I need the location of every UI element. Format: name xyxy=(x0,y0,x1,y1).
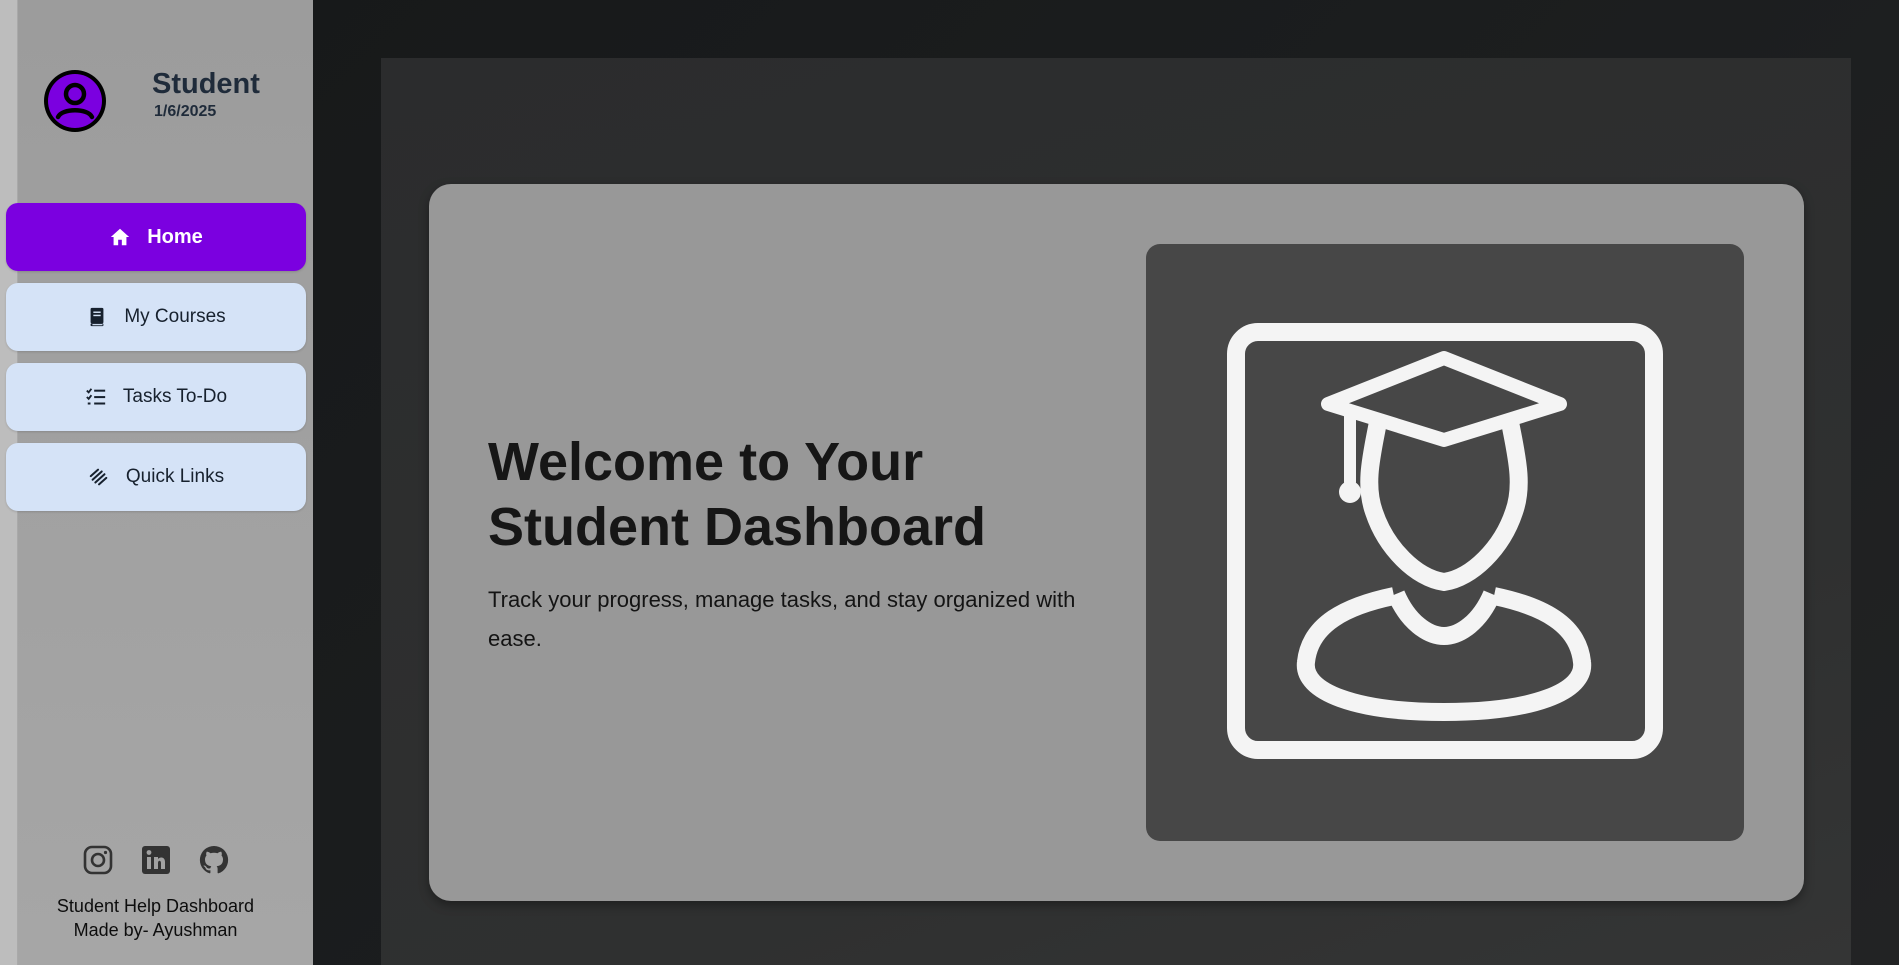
link-icon xyxy=(88,466,110,488)
instagram-icon[interactable] xyxy=(82,844,114,876)
nav-item-label: Home xyxy=(147,225,203,248)
sidebar-nav: Home My Courses Tasks To-Do Quick Links xyxy=(6,203,306,523)
nav-item-tasks-to-do[interactable]: Tasks To-Do xyxy=(6,363,306,431)
github-icon[interactable] xyxy=(198,844,230,876)
hero-title: Welcome to Your Student Dashboard xyxy=(488,432,987,557)
footer-title: Student Help Dashboard xyxy=(56,896,255,916)
profile-date: 1/6/2025 xyxy=(154,103,217,120)
nav-item-home[interactable]: Home xyxy=(6,203,306,271)
footer: Student Help Dashboard Made by- Ayushman xyxy=(18,894,293,942)
footer-credit: Made by- Ayushman xyxy=(73,920,238,940)
hero-subtitle: Track your progress, manage tasks, and s… xyxy=(488,587,1076,651)
graduate-student-icon xyxy=(1146,244,1744,841)
sidebar: Student 1/6/2025 Home My Courses Tasks T… xyxy=(6,0,313,965)
nav-item-label: Quick Links xyxy=(125,466,225,487)
nav-item-quick-links[interactable]: Quick Links xyxy=(6,443,306,511)
book-icon xyxy=(86,306,108,328)
profile-info: Student 1/6/2025 xyxy=(152,66,260,122)
social-links xyxy=(82,844,230,876)
profile-name: Student xyxy=(152,68,260,100)
user-circle-icon xyxy=(44,70,106,132)
linkedin-icon[interactable] xyxy=(140,844,172,876)
checklist-icon xyxy=(85,386,107,408)
home-icon xyxy=(109,226,131,248)
nav-item-label: Tasks To-Do xyxy=(122,386,228,407)
nav-item-my-courses[interactable]: My Courses xyxy=(6,283,306,351)
welcome-hero: Welcome to Your Student Dashboard Track … xyxy=(429,184,1804,901)
profile: Student 1/6/2025 xyxy=(44,68,260,132)
nav-item-label: My Courses xyxy=(124,306,226,327)
